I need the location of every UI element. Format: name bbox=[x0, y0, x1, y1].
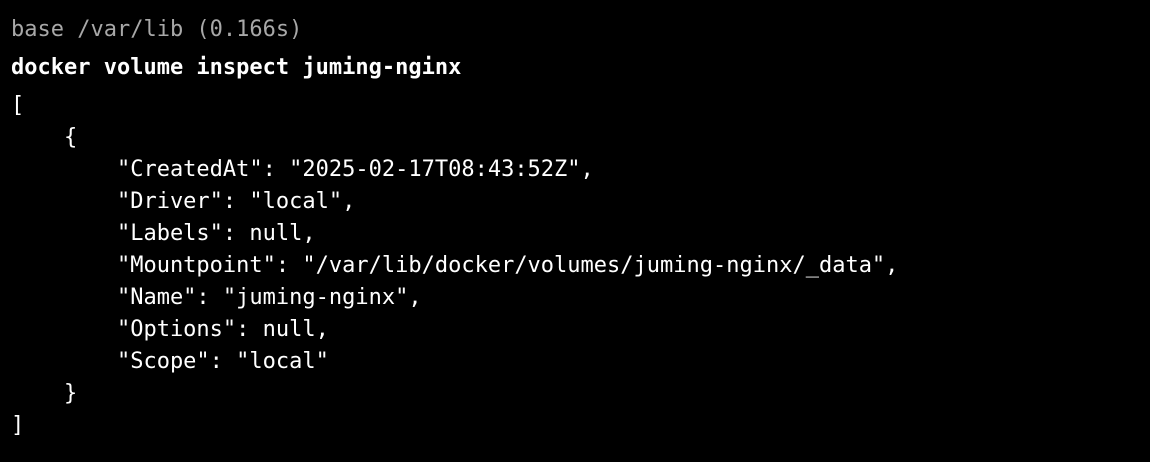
output-line: "Mountpoint": "/var/lib/docker/volumes/j… bbox=[11, 253, 899, 278]
terminal-window[interactable]: base /var/lib (0.166s) docker volume ins… bbox=[0, 0, 1150, 462]
command-text: docker volume inspect juming-nginx bbox=[11, 55, 462, 80]
output-line: "CreatedAt": "2025-02-17T08:43:52Z", bbox=[11, 157, 594, 182]
output-line: } bbox=[11, 381, 78, 406]
output-line: "Driver": "local", bbox=[11, 189, 356, 214]
output-line: { bbox=[11, 125, 78, 150]
output-line: "Scope": "local" bbox=[11, 349, 329, 374]
output-line: "Labels": null, bbox=[11, 221, 316, 246]
output-line: "Options": null, bbox=[11, 317, 329, 342]
prompt-info: base /var/lib (0.166s) bbox=[11, 17, 303, 42]
command-output: [ { "CreatedAt": "2025-02-17T08:43:52Z",… bbox=[11, 90, 1150, 442]
output-line: [ bbox=[11, 93, 25, 118]
output-line: ] bbox=[11, 413, 25, 438]
output-line: "Name": "juming-nginx", bbox=[11, 285, 422, 310]
